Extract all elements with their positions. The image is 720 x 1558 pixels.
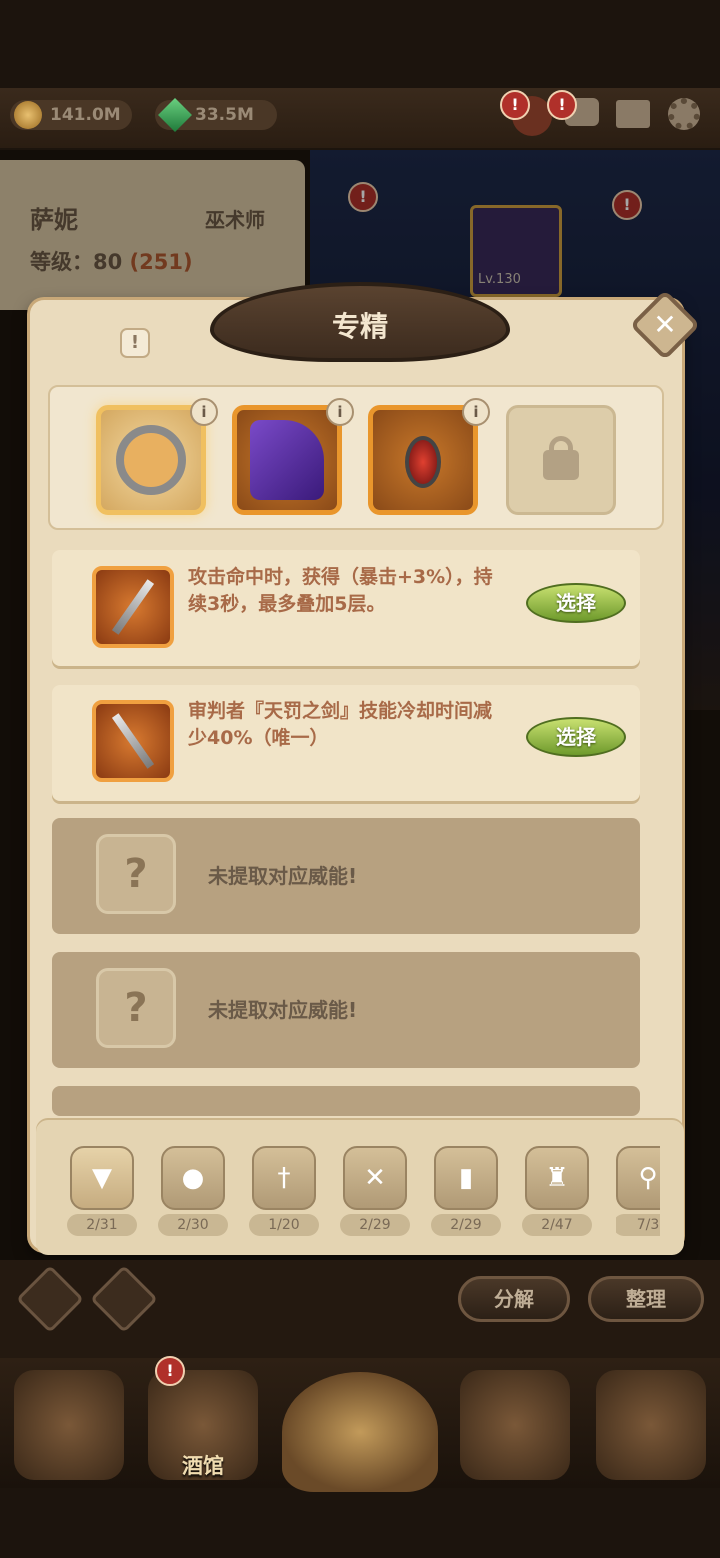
tab-count: 2/29 xyxy=(340,1214,410,1236)
organize-button[interactable]: 整理 xyxy=(588,1276,704,1322)
armor-icon: ♜ xyxy=(545,1163,569,1193)
tab-boot[interactable]: ▼ xyxy=(70,1146,134,1210)
nav-tavern-label: 酒馆 xyxy=(182,1454,224,1478)
slot-info-icon[interactable]: i xyxy=(326,398,354,426)
sword-icon xyxy=(92,566,174,648)
tab-drumstick[interactable]: ● xyxy=(161,1146,225,1210)
tab-count: 2/47 xyxy=(522,1214,592,1236)
lock-icon xyxy=(543,450,579,480)
dagger-icon xyxy=(92,700,174,782)
select-button[interactable]: 选择 xyxy=(526,717,626,757)
shield-icon: ✕ xyxy=(364,1163,386,1193)
dialog-title: 专精 xyxy=(331,310,388,343)
nav-adventure-icon[interactable] xyxy=(282,1372,438,1492)
magnifier-icon: ⚲ xyxy=(638,1163,658,1193)
tab-count: 2/30 xyxy=(158,1214,228,1236)
select-button[interactable]: 选择 xyxy=(526,583,626,623)
mail-icon[interactable] xyxy=(616,100,650,128)
cape-slot-icon xyxy=(250,420,324,500)
boot-icon: ▼ xyxy=(92,1163,112,1193)
gem-icon xyxy=(158,98,192,132)
amulet-slot[interactable] xyxy=(368,405,478,515)
alert-badge-icon: ! xyxy=(500,90,530,120)
gear-icon[interactable] xyxy=(668,98,700,130)
close-icon[interactable]: ✕ xyxy=(640,302,690,348)
gold-coin-icon xyxy=(14,101,42,129)
empty-perk-text: 未提取对应威能! xyxy=(208,998,358,1022)
gem-counter[interactable]: 33.5M xyxy=(155,98,277,132)
nav-forge-icon[interactable] xyxy=(596,1370,706,1480)
book-icon: ▮ xyxy=(458,1163,474,1193)
perk-description: 攻击命中时，获得（暴击+3%），持续3秒，最多叠加5层。 xyxy=(188,566,493,615)
tab-overflow: ⚲ 7/3 xyxy=(616,1140,660,1240)
tab-shield[interactable]: ✕ xyxy=(343,1146,407,1210)
gem-value: 33.5M xyxy=(195,105,254,125)
alert-badge-icon: ! xyxy=(155,1356,185,1386)
nav-chest-icon[interactable] xyxy=(460,1370,570,1480)
tab-book[interactable]: ▮ xyxy=(434,1146,498,1210)
question-icon: ? xyxy=(96,834,176,914)
amulet-slot-icon xyxy=(405,436,441,488)
tab-count: 7/3 xyxy=(616,1214,660,1236)
empty-perk-card xyxy=(52,1086,640,1116)
info-button[interactable]: ! xyxy=(120,328,150,358)
alert-badge-icon: ! xyxy=(547,90,577,120)
ring-slot-icon xyxy=(116,425,186,495)
decompose-button[interactable]: 分解 xyxy=(458,1276,570,1322)
question-icon: ? xyxy=(96,968,176,1048)
tab-sword[interactable]: † xyxy=(252,1146,316,1210)
cape-slot[interactable] xyxy=(232,405,342,515)
tab-count: 2/31 xyxy=(67,1214,137,1236)
ring-slot[interactable] xyxy=(96,405,206,515)
empty-perk-text: 未提取对应威能! xyxy=(208,864,358,888)
nav-house-icon[interactable] xyxy=(14,1370,124,1480)
tab-armor[interactable]: ♜ xyxy=(525,1146,589,1210)
slot-info-icon[interactable]: i xyxy=(462,398,490,426)
sword-icon: † xyxy=(277,1163,291,1193)
tab-magnifier[interactable]: ⚲ xyxy=(616,1146,660,1210)
drumstick-icon: ● xyxy=(181,1163,205,1193)
tab-count: 2/29 xyxy=(431,1214,501,1236)
slot-info-icon[interactable]: i xyxy=(190,398,218,426)
tab-count: 1/20 xyxy=(249,1214,319,1236)
gold-value: 141.0M xyxy=(50,105,121,125)
gold-counter[interactable]: 141.0M xyxy=(10,100,132,130)
perk-description: 审判者『天罚之剑』技能冷却时间减少40%（唯一） xyxy=(188,700,493,749)
